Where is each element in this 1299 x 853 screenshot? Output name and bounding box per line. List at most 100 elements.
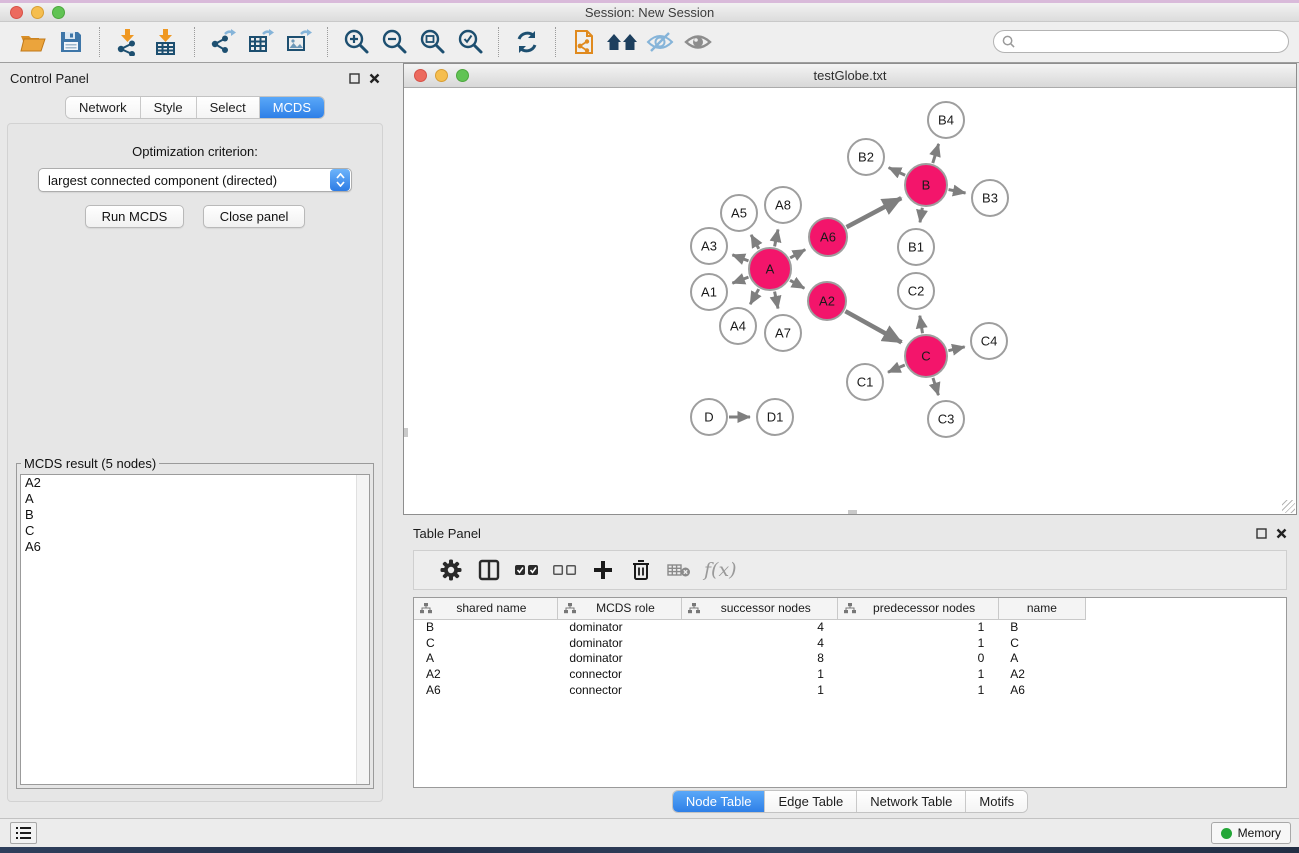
delete-table-icon[interactable]: [660, 553, 698, 587]
table-cell[interactable]: 1: [838, 619, 998, 635]
graph-node-C2[interactable]: C2: [898, 273, 934, 309]
table-cell[interactable]: A6: [998, 682, 1085, 698]
function-builder-icon[interactable]: f(x): [704, 559, 737, 581]
table-cell[interactable]: dominator: [557, 635, 681, 651]
tab-node-table[interactable]: Node Table: [673, 791, 766, 812]
tab-style[interactable]: Style: [141, 97, 197, 118]
network-graph[interactable]: A5A8A3A1A4A7AA6A2BB2B4B3B1C2CC4C1C3DD1: [404, 88, 1296, 514]
graph-node-A6[interactable]: A6: [809, 218, 847, 256]
table-cell[interactable]: dominator: [557, 619, 681, 635]
graph-node-B3[interactable]: B3: [972, 180, 1008, 216]
mcds-result-item[interactable]: A: [21, 491, 369, 507]
network-canvas[interactable]: A5A8A3A1A4A7AA6A2BB2B4B3B1C2CC4C1C3DD1: [404, 88, 1296, 514]
run-mcds-button[interactable]: Run MCDS: [85, 205, 185, 228]
table-cell[interactable]: 4: [682, 619, 838, 635]
network-window-titlebar[interactable]: testGlobe.txt: [404, 64, 1296, 88]
table-cell[interactable]: 1: [838, 666, 998, 682]
close-panel-icon[interactable]: [1276, 528, 1287, 539]
column-header-name[interactable]: name: [998, 598, 1085, 619]
task-history-button[interactable]: [10, 822, 37, 844]
gear-icon[interactable]: [432, 553, 470, 587]
search-input[interactable]: [1020, 35, 1288, 49]
table-cell[interactable]: 1: [838, 682, 998, 698]
graph-edge-B-B2[interactable]: [889, 168, 906, 176]
delete-icon[interactable]: [622, 553, 660, 587]
graph-edge-A-A1[interactable]: [732, 277, 748, 283]
list-scrollbar[interactable]: [356, 475, 369, 784]
table-cell[interactable]: connector: [557, 666, 681, 682]
table-cell[interactable]: 8: [682, 651, 838, 667]
graph-edge-B-B4[interactable]: [933, 144, 939, 163]
table-cell[interactable]: A: [998, 651, 1085, 667]
graph-node-C4[interactable]: C4: [971, 323, 1007, 359]
graph-edge-A6-B[interactable]: [847, 198, 902, 227]
table-cell[interactable]: B: [998, 619, 1085, 635]
close-panel-button[interactable]: Close panel: [203, 205, 306, 228]
graph-node-A3[interactable]: A3: [691, 228, 727, 264]
table-cell[interactable]: A: [414, 651, 557, 667]
table-cell[interactable]: 1: [682, 666, 838, 682]
search-field[interactable]: [993, 30, 1289, 53]
hide-eye-icon[interactable]: [641, 25, 679, 59]
table-cell[interactable]: dominator: [557, 651, 681, 667]
deselect-all-icon[interactable]: [546, 553, 584, 587]
save-session-icon[interactable]: [52, 25, 90, 59]
graph-edge-A-A6[interactable]: [790, 250, 805, 258]
tab-select[interactable]: Select: [197, 97, 260, 118]
tab-mcds[interactable]: MCDS: [260, 97, 324, 118]
graph-node-A1[interactable]: A1: [691, 274, 727, 310]
memory-button[interactable]: Memory: [1211, 822, 1291, 844]
graph-edge-C-C3[interactable]: [933, 378, 938, 395]
mcds-result-item[interactable]: A2: [21, 475, 369, 491]
table-cell[interactable]: connector: [557, 682, 681, 698]
table-cell[interactable]: A2: [414, 666, 557, 682]
export-image-icon[interactable]: [280, 25, 318, 59]
graph-node-A[interactable]: A: [749, 248, 791, 290]
graph-node-B[interactable]: B: [905, 164, 947, 206]
graph-edge-C-C2[interactable]: [920, 316, 923, 334]
table-cell[interactable]: 4: [682, 635, 838, 651]
graph-node-C3[interactable]: C3: [928, 401, 964, 437]
table-row[interactable]: A2connector11A2: [414, 666, 1086, 682]
graph-edge-A-A4[interactable]: [750, 289, 759, 304]
graph-node-A4[interactable]: A4: [720, 308, 756, 344]
graph-node-C[interactable]: C: [905, 335, 947, 377]
graph-edge-A2-C[interactable]: [845, 311, 901, 342]
graph-edge-C-C4[interactable]: [948, 347, 964, 351]
select-all-icon[interactable]: [508, 553, 546, 587]
node-table[interactable]: shared nameMCDS rolesuccessor nodesprede…: [413, 597, 1287, 788]
zoom-out-icon[interactable]: [375, 25, 413, 59]
column-header-MCDS-role[interactable]: MCDS role: [557, 598, 681, 619]
graph-edge-A-A3[interactable]: [732, 255, 748, 261]
mcds-result-list[interactable]: A2ABCA6: [20, 474, 370, 785]
zoom-in-icon[interactable]: [337, 25, 375, 59]
table-cell[interactable]: B: [414, 619, 557, 635]
close-panel-icon[interactable]: [369, 73, 380, 84]
graph-node-A8[interactable]: A8: [765, 187, 801, 223]
table-row[interactable]: Adominator80A: [414, 651, 1086, 667]
graph-edge-A-A7[interactable]: [775, 292, 778, 309]
table-cell[interactable]: A6: [414, 682, 557, 698]
table-cell[interactable]: A2: [998, 666, 1085, 682]
table-cell[interactable]: 1: [682, 682, 838, 698]
graph-node-B4[interactable]: B4: [928, 102, 964, 138]
open-file-icon[interactable]: [14, 25, 52, 59]
column-header-shared-name[interactable]: shared name: [414, 598, 557, 619]
export-table-icon[interactable]: [242, 25, 280, 59]
table-cell[interactable]: C: [414, 635, 557, 651]
graph-edge-A-A8[interactable]: [775, 229, 778, 246]
table-row[interactable]: Cdominator41C: [414, 635, 1086, 651]
add-column-icon[interactable]: [584, 553, 622, 587]
float-panel-icon[interactable]: [1256, 528, 1267, 539]
tab-motifs[interactable]: Motifs: [966, 791, 1027, 812]
column-header-successor-nodes[interactable]: successor nodes: [682, 598, 838, 619]
show-eye-icon[interactable]: [679, 25, 717, 59]
clone-network-icon[interactable]: [565, 25, 603, 59]
tab-edge-table[interactable]: Edge Table: [765, 791, 857, 812]
graph-node-C1[interactable]: C1: [847, 364, 883, 400]
refresh-icon[interactable]: [508, 25, 546, 59]
graph-node-D1[interactable]: D1: [757, 399, 793, 435]
graph-edge-B-B3[interactable]: [949, 190, 966, 193]
table-cell[interactable]: C: [998, 635, 1085, 651]
graph-node-A5[interactable]: A5: [721, 195, 757, 231]
